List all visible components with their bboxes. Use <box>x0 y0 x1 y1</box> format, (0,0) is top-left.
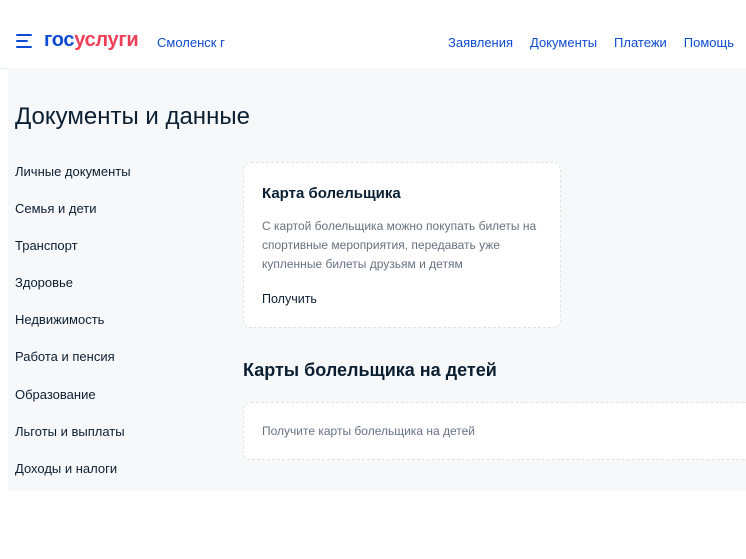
nav-link-documents[interactable]: Документы <box>530 35 597 50</box>
children-cards-card[interactable]: Получите карты болельщика на детей <box>243 402 746 460</box>
children-cards-text: Получите карты болельщика на детей <box>262 424 475 438</box>
nav-link-help[interactable]: Помощь <box>684 35 734 50</box>
gosuslugi-logo[interactable]: госуслуги <box>44 29 139 52</box>
sidebar-item-benefits[interactable]: Льготы и выплаты <box>15 424 131 462</box>
fan-card-description: С картой болельщика можно покупать билет… <box>262 219 537 271</box>
sidebar-item-education[interactable]: Образование <box>15 387 131 425</box>
city-selector[interactable]: Смоленск г <box>157 35 225 50</box>
sidebar-item-property[interactable]: Недвижимость <box>15 313 131 350</box>
sidebar-item-transport[interactable]: Транспорт <box>15 239 131 276</box>
sidebar-nav: Личные документы Семья и дети Транспорт … <box>15 164 131 499</box>
nav-link-applications[interactable]: Заявления <box>448 35 513 50</box>
fan-card-title: Карта болельщика <box>262 185 401 202</box>
get-fan-card-link[interactable]: Получить <box>262 292 317 306</box>
sidebar-item-family[interactable]: Семья и дети <box>15 202 131 239</box>
nav-link-payments[interactable]: Платежи <box>614 35 667 50</box>
sidebar-item-work-pension[interactable]: Работа и пенсия <box>15 350 131 387</box>
menu-icon[interactable] <box>16 34 32 48</box>
top-nav: Заявления Документы Платежи Помощь <box>448 35 734 50</box>
sidebar-item-income-taxes[interactable]: Доходы и налоги <box>15 461 131 499</box>
children-cards-heading: Карты болельщика на детей <box>243 360 497 380</box>
site-header: госуслуги Смоленск г Заявления Документы… <box>0 0 746 69</box>
fan-card: Карта болельщика С картой болельщика мож… <box>243 162 561 328</box>
sidebar-item-health[interactable]: Здоровье <box>15 276 131 313</box>
page-title: Документы и данные <box>15 103 250 130</box>
sidebar-item-personal-documents[interactable]: Личные документы <box>15 164 131 202</box>
